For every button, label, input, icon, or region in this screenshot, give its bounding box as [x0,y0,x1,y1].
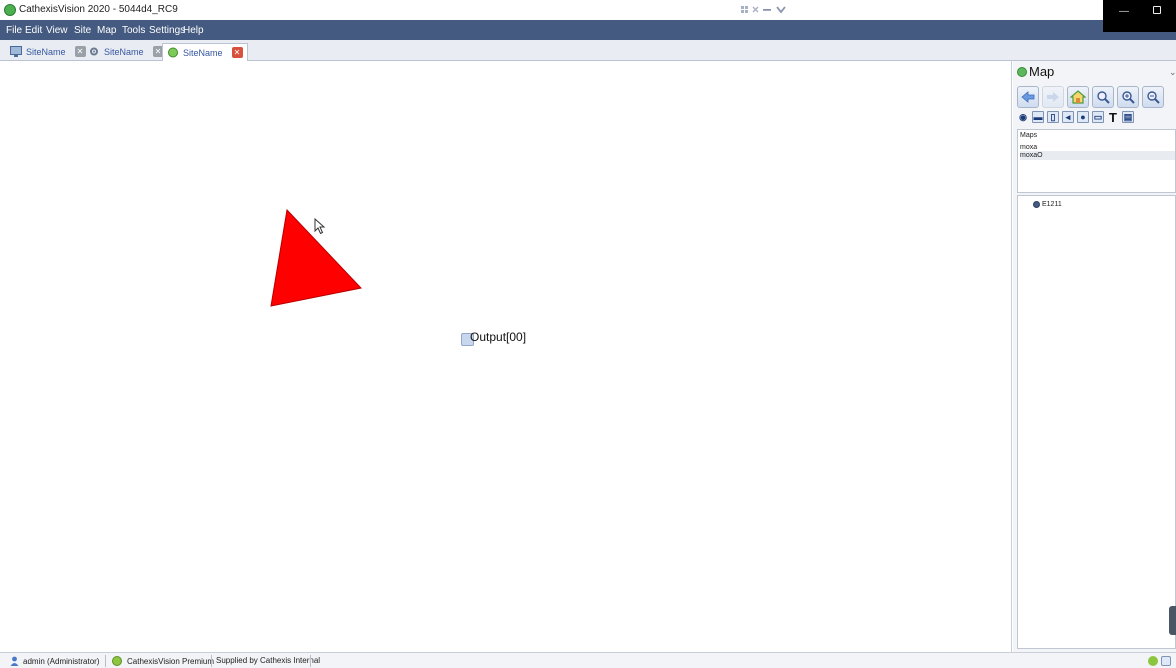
status-user-label: admin (Administrator) [23,656,100,666]
window-layout-controls[interactable] [741,5,789,18]
forward-button[interactable] [1042,86,1064,108]
map-canvas[interactable]: Output[00] [0,61,1012,652]
status-user: admin (Administrator) [10,656,99,666]
tab-label: SiteName [183,47,223,58]
menu-settings[interactable]: Settings [149,25,185,36]
menu-map[interactable]: Map [97,25,116,36]
map-panel: Map ⌄ ◉ ▬ ▯ ◂ ● ▭ T ▤ Maps moxa moxaO E1… [1013,61,1176,652]
zoom-out-icon [1147,91,1160,104]
status-bar: admin (Administrator) CathexisVision Pre… [0,652,1176,668]
menu-tools[interactable]: Tools [122,25,145,36]
maps-list-header: Maps [1020,132,1038,139]
zoom-fit-icon [1097,91,1110,104]
speaker-icon[interactable]: ◂ [1062,111,1074,123]
status-divider [310,655,311,667]
map-panel-title: Map [1029,64,1055,79]
tab-sitename-map[interactable]: SiteName ✕ [162,43,248,61]
menu-file[interactable]: File [6,25,22,36]
output-label: Output[00] [470,330,527,344]
eye-icon[interactable]: ◉ [1017,111,1029,123]
status-supplier-label: Supplied by Cathexis Internal [216,656,321,665]
back-button[interactable] [1017,86,1039,108]
maximize-button[interactable] [1153,6,1161,14]
tree-item-label: E1211 [1042,201,1062,208]
status-ok-icon[interactable] [1148,656,1158,666]
status-product: CathexisVision Premium [112,656,214,666]
image-icon[interactable]: ▭ [1092,111,1104,123]
status-divider [211,655,212,667]
status-panel-icon[interactable] [1161,656,1171,666]
map-list-item-moxao[interactable]: moxaO [1020,151,1175,160]
camera-icon[interactable]: ▬ [1032,111,1044,123]
site-globe-icon [167,47,179,58]
chevron-down-icon[interactable]: ⌄ [1169,67,1176,78]
text-icon[interactable]: T [1107,110,1119,125]
zoom-out-button[interactable] [1142,86,1164,108]
map-globe-icon [1017,67,1027,77]
window-caption-buttons: — [1103,0,1176,32]
layout-grid-icon [741,6,786,14]
status-supplier: Supplied by Cathexis Internal [216,656,320,665]
gear-icon [88,46,100,57]
map-triangle-zone[interactable] [0,61,1012,652]
door-icon[interactable]: ▯ [1047,111,1059,123]
app-window: CathexisVision 2020 - 5044d4_RC9 — File … [0,0,1176,668]
tab-label: SiteName [104,46,144,57]
menu-help[interactable]: Help [183,25,204,36]
zoom-fit-button[interactable] [1092,86,1114,108]
mouse-cursor-icon [314,218,326,235]
zoom-in-icon [1122,91,1135,104]
tab-strip: SiteName ✕ SiteName ✕ SiteName ✕ [0,40,1176,61]
tab-close-button[interactable]: ✕ [231,47,243,58]
title-bar: CathexisVision 2020 - 5044d4_RC9 — [0,0,1176,32]
menu-view[interactable]: View [46,25,68,36]
side-panel-tab[interactable] [1169,606,1176,635]
shield-icon [112,656,122,666]
home-icon [1070,90,1086,104]
forward-arrow-icon [1047,92,1059,102]
menu-site[interactable]: Site [74,25,91,36]
status-product-label: CathexisVision Premium [127,656,214,666]
device-node-icon [1033,201,1040,208]
print-icon[interactable]: ▤ [1122,111,1134,123]
map-device-tree: E1211 [1017,195,1176,649]
status-divider [105,655,106,667]
maps-list: Maps moxa moxaO [1017,129,1176,193]
menu-edit[interactable]: Edit [25,25,42,36]
tab-sitename-monitor[interactable]: SiteName ✕ [6,43,90,60]
home-button[interactable] [1067,86,1089,108]
map-panel-header: Map ⌄ [1013,61,1176,83]
user-icon [10,656,19,666]
app-logo-icon [4,4,16,16]
status-tray [1148,656,1171,666]
tree-item-e1211[interactable]: E1211 [1033,201,1062,208]
back-arrow-icon [1021,91,1035,103]
menu-bar: File Edit View Site Map Tools Settings H… [0,20,1176,40]
monitor-icon [10,46,22,57]
tab-sitename-config[interactable]: SiteName ✕ [84,43,168,60]
zoom-in-button[interactable] [1117,86,1139,108]
tab-label: SiteName [26,46,66,57]
window-title: CathexisVision 2020 - 5044d4_RC9 [19,4,178,15]
minimize-button[interactable]: — [1119,6,1129,17]
record-icon[interactable]: ● [1077,111,1089,123]
